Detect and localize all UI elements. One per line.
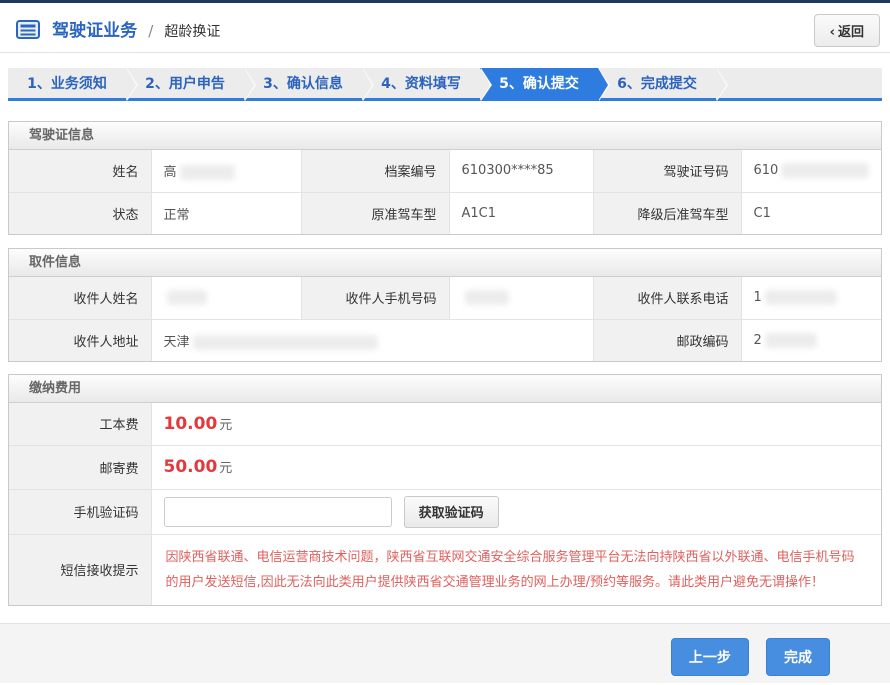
breadcrumb-current: 超龄换证 <box>164 24 220 40</box>
postage-fee-amount: 50.00 <box>164 457 218 477</box>
license-info-section: 驾驶证信息 姓名 高 档案编号 610300****85 驾驶证号码 610 状… <box>8 121 882 235</box>
field-label: 驾驶证号码 <box>593 150 741 192</box>
sms-code-input[interactable] <box>164 497 392 527</box>
field-label: 原准驾车型 <box>301 192 449 234</box>
license-section-title: 驾驶证信息 <box>9 122 881 150</box>
table-row: 收件人姓名 收件人手机号码 收件人联系电话 1 <box>9 277 881 319</box>
recipient-phone-value: 1 <box>741 277 881 319</box>
step-5-confirm-submit: 5、确认提交 <box>480 68 598 98</box>
recipient-mobile-value <box>449 277 593 319</box>
work-fee-value: 10.00元 <box>151 403 881 445</box>
field-label: 档案编号 <box>301 150 449 192</box>
recipient-name-value <box>151 277 301 319</box>
pickup-info-table: 收件人姓名 收件人手机号码 收件人联系电话 1 收件人地址 天津 邮政编码 2 <box>9 277 881 361</box>
field-label: 邮政编码 <box>593 319 741 361</box>
sms-code-cell: 获取验证码 <box>151 489 881 534</box>
redacted-blob <box>465 290 509 305</box>
field-label: 收件人联系电话 <box>593 277 741 319</box>
license-number-value: 610 <box>741 150 881 192</box>
pickup-section-title: 取件信息 <box>9 249 881 277</box>
sms-notice-cell: 因陕西省联通、电信运营商技术问题，陕西省互联网交通安全综合服务管理平台无法向持陕… <box>151 534 881 605</box>
status-value: 正常 <box>151 192 301 234</box>
license-info-table: 姓名 高 档案编号 610300****85 驾驶证号码 610 状态 正常 原… <box>9 150 881 234</box>
field-label: 姓名 <box>9 150 151 192</box>
field-label: 收件人地址 <box>9 319 151 361</box>
previous-step-button[interactable]: 上一步 <box>671 638 749 676</box>
postage-fee-value: 50.00元 <box>151 445 881 489</box>
redacted-blob <box>781 163 869 178</box>
fees-section: 缴纳费用 工本费 10.00元 邮寄费 50.00元 手机验证码 获取验证码 短… <box>8 374 882 606</box>
downgraded-class-value: C1 <box>741 192 881 234</box>
step-3-confirm-info: 3、确认信息 <box>244 68 362 98</box>
work-fee-amount: 10.00 <box>164 414 218 434</box>
stepper-filler <box>716 68 882 98</box>
page-title: 驾驶证业务 <box>52 21 137 41</box>
field-label: 邮寄费 <box>9 445 151 489</box>
back-button-label: 返回 <box>838 25 864 40</box>
fees-table: 工本费 10.00元 邮寄费 50.00元 手机验证码 获取验证码 短信接收提示… <box>9 403 881 605</box>
wizard-stepper: 1、业务须知 2、用户申告 3、确认信息 4、资料填写 5、确认提交 6、完成提… <box>8 68 882 101</box>
get-code-button[interactable]: 获取验证码 <box>404 496 499 528</box>
field-label: 收件人手机号码 <box>301 277 449 319</box>
footer-action-bar: 上一步 完成 <box>0 623 890 683</box>
archive-number-value: 610300****85 <box>449 150 593 192</box>
redacted-blob <box>167 290 207 305</box>
sms-notice-text: 因陕西省联通、电信运营商技术问题，陕西省互联网交通安全综合服务管理平台无法向持陕… <box>152 535 882 606</box>
original-class-value: A1C1 <box>449 192 593 234</box>
table-row: 短信接收提示 因陕西省联通、电信运营商技术问题，陕西省互联网交通安全综合服务管理… <box>9 534 881 605</box>
redacted-blob <box>765 333 817 348</box>
table-row: 收件人地址 天津 邮政编码 2 <box>9 319 881 361</box>
step-2-declaration: 2、用户申告 <box>126 68 244 98</box>
field-label: 手机验证码 <box>9 489 151 534</box>
postal-code-value: 2 <box>741 319 881 361</box>
page-header: 驾驶证业务 / 超龄换证 ‹返回 <box>0 3 890 53</box>
field-label: 短信接收提示 <box>9 534 151 605</box>
table-row: 邮寄费 50.00元 <box>9 445 881 489</box>
pickup-info-section: 取件信息 收件人姓名 收件人手机号码 收件人联系电话 1 收件人地址 天津 邮政… <box>8 248 882 362</box>
name-value: 高 <box>151 150 301 192</box>
field-label: 状态 <box>9 192 151 234</box>
table-row: 姓名 高 档案编号 610300****85 驾驶证号码 610 <box>9 150 881 192</box>
back-button[interactable]: ‹返回 <box>814 14 880 47</box>
table-row: 手机验证码 获取验证码 <box>9 489 881 534</box>
redacted-blob <box>193 335 378 350</box>
redacted-blob <box>765 290 837 305</box>
field-label: 收件人姓名 <box>9 277 151 319</box>
field-label: 降级后准驾车型 <box>593 192 741 234</box>
fee-unit: 元 <box>219 418 232 433</box>
redacted-blob <box>180 165 235 180</box>
chevron-left-icon: ‹ <box>830 25 835 40</box>
field-label: 工本费 <box>9 403 151 445</box>
recipient-address-value: 天津 <box>151 319 593 361</box>
finish-button[interactable]: 完成 <box>766 638 830 676</box>
license-business-icon <box>16 20 40 43</box>
step-4-fill-data: 4、资料填写 <box>362 68 480 98</box>
table-row: 状态 正常 原准驾车型 A1C1 降级后准驾车型 C1 <box>9 192 881 234</box>
fee-unit: 元 <box>219 461 232 476</box>
step-1-notice: 1、业务须知 <box>8 68 126 98</box>
table-row: 工本费 10.00元 <box>9 403 881 445</box>
fees-section-title: 缴纳费用 <box>9 375 881 403</box>
breadcrumb-separator: / <box>148 22 153 40</box>
step-6-finish-submit: 6、完成提交 <box>598 68 716 98</box>
